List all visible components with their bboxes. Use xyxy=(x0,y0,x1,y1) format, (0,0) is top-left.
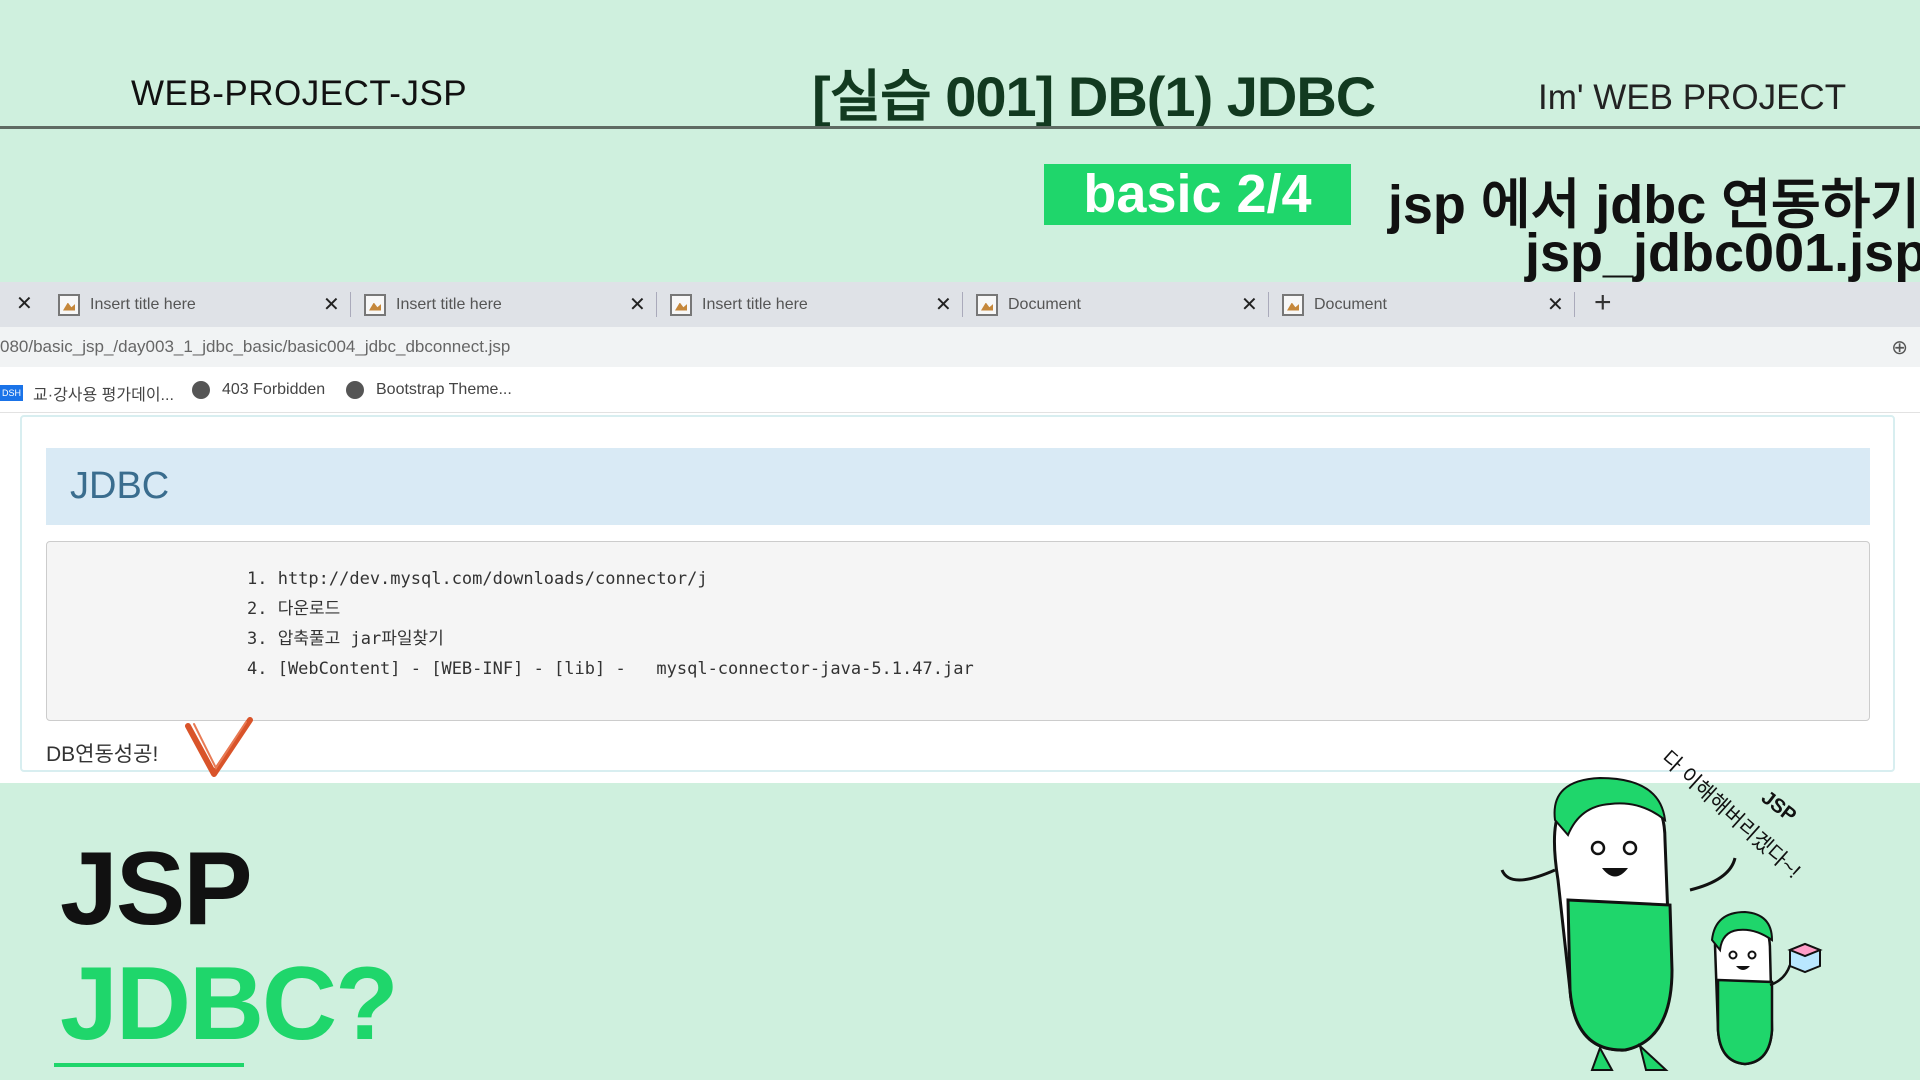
close-icon[interactable]: ✕ xyxy=(935,292,952,317)
header-left: WEB-PROJECT-JSP xyxy=(131,74,468,113)
page-icon xyxy=(58,293,80,316)
steps-list: 1. http://dev.mysql.com/downloads/connec… xyxy=(247,564,974,684)
header-title: [실습 001] DB(1) JDBC xyxy=(812,65,1376,128)
step-item: 3. 압축풀고 jar파일찾기 xyxy=(247,629,444,649)
zoom-icon[interactable]: ⊕ xyxy=(1891,335,1908,360)
status-text: DB연동성공! xyxy=(46,743,159,766)
bookmark-favicon: DSH xyxy=(0,385,24,401)
bookmark-2[interactable]: 403 Forbidden xyxy=(192,381,325,399)
bookmark-1[interactable]: DSH 교·강사용 평가데이... xyxy=(0,381,174,405)
new-tab-plus-icon[interactable]: + xyxy=(1594,286,1612,320)
page-icon xyxy=(364,293,386,316)
tab-separator xyxy=(656,292,657,317)
tab-1-label: Insert title here xyxy=(90,295,196,313)
tab-2[interactable]: Insert title here ✕ xyxy=(364,282,664,327)
tab-3-label: Insert title here xyxy=(702,295,808,313)
right-subtitle: jsp_jdbc001.jsp xyxy=(1525,223,1920,283)
tab-separator xyxy=(350,292,351,317)
page-icon xyxy=(1282,293,1304,316)
step-item: 4. [WebContent] - [WEB-INF] - [lib] - my… xyxy=(247,659,974,679)
tab-4-label: Document xyxy=(1008,295,1081,313)
close-icon[interactable]: ✕ xyxy=(629,292,646,317)
speech-jsp: JSP xyxy=(1757,787,1800,828)
address-bar[interactable]: 080/basic_jsp_/day003_1_jdbc_basic/basic… xyxy=(0,327,1920,367)
step-item: 1. http://dev.mysql.com/downloads/connec… xyxy=(247,569,708,589)
tab-2-label: Insert title here xyxy=(396,295,502,313)
active-tab-close-icon[interactable]: ✕ xyxy=(16,291,33,316)
tab-separator xyxy=(1268,292,1269,317)
header-right: Im' WEB PROJECT xyxy=(1538,78,1847,117)
close-icon[interactable]: ✕ xyxy=(1241,292,1258,317)
bookmark-1-label: 교·강사용 평가데이... xyxy=(33,387,174,404)
tab-separator xyxy=(1574,292,1575,317)
tab-1[interactable]: Insert title here ✕ xyxy=(58,282,358,327)
tab-3[interactable]: Insert title here ✕ xyxy=(670,282,970,327)
tab-bar: ✕ Insert title here ✕ Insert title here … xyxy=(0,282,1920,327)
close-icon[interactable]: ✕ xyxy=(1547,292,1564,317)
bookmarks-bar: DSH 교·강사용 평가데이... 403 Forbidden Bootstra… xyxy=(0,367,1920,413)
footer-underline xyxy=(54,1063,244,1067)
bookmark-3[interactable]: Bootstrap Theme... xyxy=(346,381,512,399)
tab-5[interactable]: Document ✕ xyxy=(1282,282,1582,327)
tab-5-label: Document xyxy=(1314,295,1387,313)
page-icon xyxy=(670,293,692,316)
header-divider xyxy=(0,126,1920,129)
bookmark-2-label: 403 Forbidden xyxy=(222,381,326,398)
footer-jdbc: JDBC? xyxy=(60,946,399,1062)
check-mark-icon xyxy=(185,717,253,777)
steps-block: 1. http://dev.mysql.com/downloads/connec… xyxy=(46,541,1870,721)
tab-4[interactable]: Document ✕ xyxy=(976,282,1276,327)
mascot-illustration: JSP 다 이해해버리겠다~! xyxy=(1500,747,1823,1071)
globe-icon xyxy=(192,381,210,399)
page-icon xyxy=(976,293,998,316)
globe-icon xyxy=(346,381,364,399)
jumbotron-heading: JDBC xyxy=(46,448,1870,525)
footer-jsp: JSP xyxy=(60,831,253,947)
close-icon[interactable]: ✕ xyxy=(323,292,340,317)
step-item: 2. 다운로드 xyxy=(247,599,341,619)
tab-separator xyxy=(962,292,963,317)
basic-badge: basic 2/4 xyxy=(1044,164,1351,225)
bookmark-3-label: Bootstrap Theme... xyxy=(376,381,512,398)
